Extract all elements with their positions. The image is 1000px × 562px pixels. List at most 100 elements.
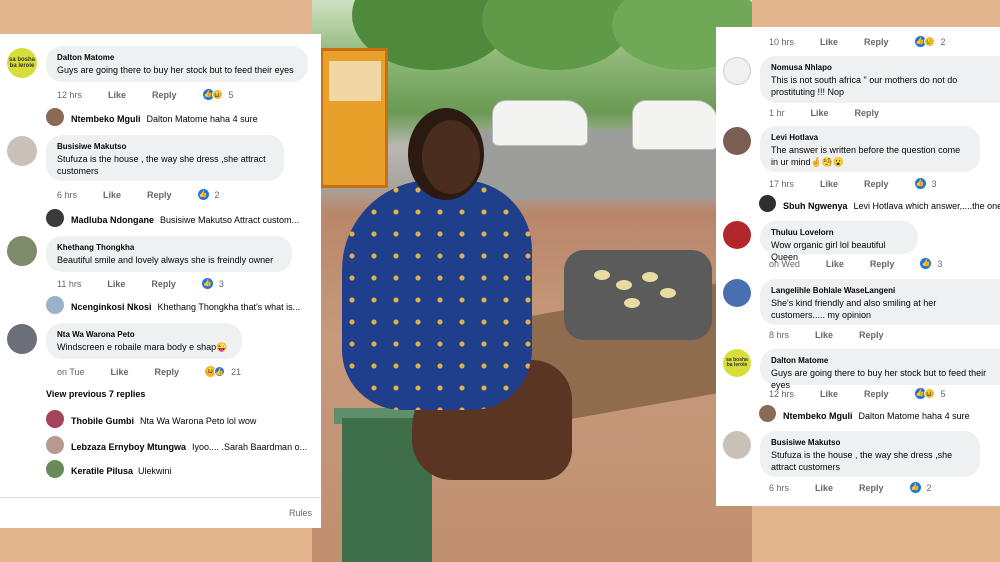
like-button[interactable]: Like [815,330,833,340]
like-button[interactable]: Like [107,279,125,289]
reply-author[interactable]: Ncenginkosi Nkosi [71,302,152,312]
comment-author[interactable]: Nta Wa Warona Peto [57,330,231,339]
comment-author[interactable]: Thuluu Lovelorn [771,228,907,237]
comment-author[interactable]: Dalton Matome [57,53,297,62]
avatar[interactable] [723,221,751,249]
comment-time[interactable]: 1 hr [769,108,785,118]
avatar[interactable] [723,431,751,459]
comment-text: She's kind friendly and also smiling at … [771,298,937,320]
avatar[interactable] [46,410,64,428]
comment-text: Windscreen e robaile mara body e shap😜 [57,342,228,352]
avatar[interactable] [46,460,64,478]
like-reaction-icon: 👍 [214,366,226,377]
like-button[interactable]: Like [811,108,829,118]
rules-link[interactable]: Rules [289,508,312,518]
comment-meta: 12 hrs Like Reply 👍 😆 5 [57,89,234,100]
reply-button[interactable]: Reply [152,90,177,100]
reply-button[interactable]: Reply [864,179,889,189]
reply-button[interactable]: Reply [864,37,889,47]
comment-text: Beautiful smile and lovely always she is… [57,255,274,265]
street-vendor-photo [312,0,752,562]
like-button[interactable]: Like [820,389,838,399]
footer-divider [0,497,321,498]
comment-time[interactable]: 17 hrs [769,179,794,189]
comment-author[interactable]: Khethang Thongkha [57,243,281,252]
reaction-count: 5 [228,89,234,100]
right-comments-panel[interactable]: 10 hrs Like Reply 👍 😢 2 Nomusa Nhlapo This… [716,27,1000,506]
left-comments-panel[interactable]: sa bosha ba lerole Dalton Matome Guys ar… [0,34,321,528]
reply-button[interactable]: Reply [864,389,889,399]
reply-button[interactable]: Reply [870,259,895,269]
avatar[interactable] [759,195,776,212]
avatar[interactable] [7,324,37,354]
reply-author[interactable]: Lebzaza Ernyboy Mtungwa [71,442,186,452]
avatar[interactable] [7,136,37,166]
comment-time[interactable]: 6 hrs [769,483,789,493]
white-car [492,100,588,146]
reaction-summary[interactable]: 👍 😢 2 [914,36,946,47]
comment-time[interactable]: 6 hrs [57,190,77,200]
like-button[interactable]: Like [108,90,126,100]
reply-author[interactable]: Keratile Pilusa [71,466,133,476]
reaction-summary[interactable]: 👍 2 [197,189,220,200]
reply-button[interactable]: Reply [151,279,176,289]
avatar[interactable] [759,405,776,422]
avatar[interactable] [46,108,64,126]
view-previous-replies-link[interactable]: View previous 7 replies [46,389,145,399]
reaction-count: 3 [218,278,224,289]
reaction-summary[interactable]: 👍 3 [201,278,224,289]
reply-button[interactable]: Reply [859,483,884,493]
comment-time[interactable]: on Wed [769,259,800,269]
comment-author[interactable]: Dalton Matome [771,356,989,365]
reply-button[interactable]: Reply [155,367,180,377]
haha-reaction-icon: 😆 [923,388,935,399]
like-button[interactable]: Like [820,179,838,189]
like-reaction-icon: 👍 [909,482,921,493]
like-reaction-icon: 👍 [201,278,213,289]
comment-time[interactable]: 12 hrs [57,90,82,100]
reply-author[interactable]: Sbuh Ngwenya [783,201,848,211]
avatar[interactable] [46,209,64,227]
comment-time[interactable]: 8 hrs [769,330,789,340]
like-button[interactable]: Like [820,37,838,47]
comment-author[interactable]: Langelihle Bohlale WaseLangeni [771,286,989,295]
avatar[interactable] [723,127,751,155]
reply-author[interactable]: Ntembeko Mguli [71,114,141,124]
comment-author[interactable]: Levi Hotlava [771,133,969,142]
reaction-summary[interactable]: 👍 3 [914,178,937,189]
reaction-summary[interactable]: 👍 😆 5 [202,89,234,100]
reply-author[interactable]: Ntembeko Mguli [783,411,853,421]
comment-bubble: Thuluu Lovelorn Wow organic girl lol bea… [760,221,918,262]
avatar[interactable] [723,279,751,307]
reply-text: Nta Wa Warona Peto lol wow [140,416,257,426]
reply-text: Dalton Matome haha 4 sure [146,114,258,124]
reaction-summary[interactable]: 👍 3 [920,258,942,269]
avatar[interactable]: sa bosha ba lerole [7,48,37,78]
reaction-summary[interactable]: 👍 😆 5 [914,388,946,399]
comment-meta: 1 hr Like Reply [769,108,905,118]
comment-time[interactable]: 12 hrs [769,389,794,399]
reply-button[interactable]: Reply [859,330,884,340]
reaction-summary[interactable]: 👍 2 [909,482,932,493]
comment-author[interactable]: Busisiwe Makutso [57,142,273,151]
avatar[interactable] [723,57,751,85]
reply-button[interactable]: Reply [855,108,880,118]
avatar[interactable] [7,236,37,266]
avatar[interactable] [46,436,64,454]
comment-author[interactable]: Nomusa Nhlapo [771,63,989,72]
comment-time[interactable]: 11 hrs [57,279,81,289]
comment-time[interactable]: 10 hrs [769,37,794,47]
avatar[interactable]: sa bosha ba lerole [723,349,751,377]
reply-author[interactable]: Madluba Ndongane [71,215,154,225]
reaction-summary[interactable]: 😆 👍 21 [205,366,241,377]
reply-button[interactable]: Reply [147,190,172,200]
like-button[interactable]: Like [111,367,129,377]
like-button[interactable]: Like [826,259,844,269]
like-button[interactable]: Like [815,483,833,493]
avatar[interactable] [46,296,64,314]
like-button[interactable]: Like [103,190,121,200]
comment-author[interactable]: Busisiwe Makutso [771,438,969,447]
comment-time[interactable]: on Tue [57,367,85,377]
reaction-count: 5 [940,388,946,399]
reply-author[interactable]: Thobile Gumbi [71,416,134,426]
